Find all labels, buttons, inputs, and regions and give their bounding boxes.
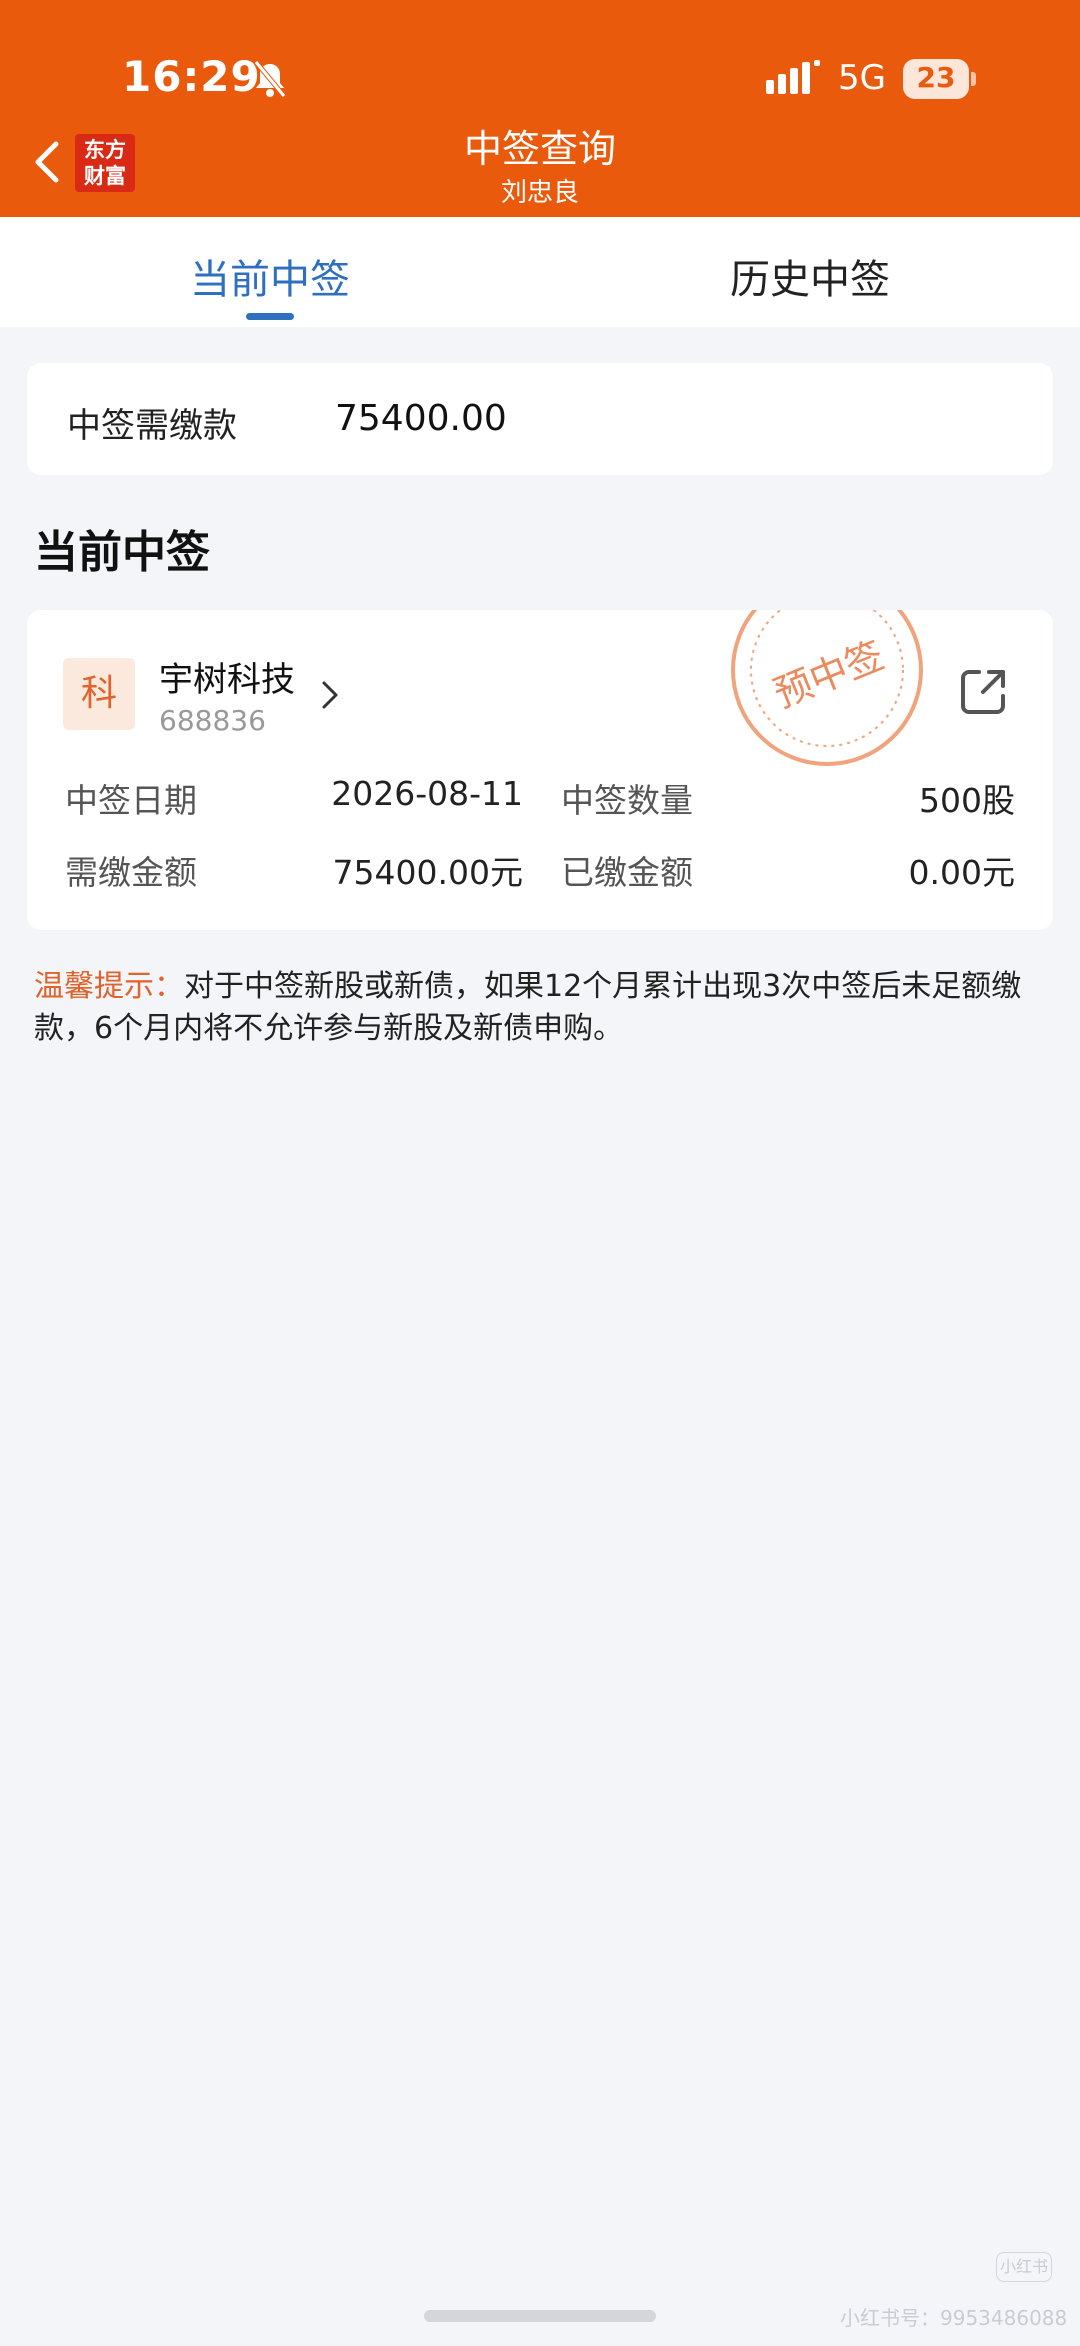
home-indicator[interactable]: [424, 2310, 656, 2322]
page-title: 中签查询: [463, 127, 616, 171]
network-label: 5G: [838, 58, 886, 98]
watermark-text: 小红书号：9953486088: [840, 2306, 1068, 2330]
account-name: 刘忠良: [500, 178, 579, 208]
board-badge: 科: [63, 658, 135, 730]
due-label: 中签需缴款: [67, 406, 237, 446]
stamp-text: 预中签: [768, 633, 890, 717]
pre-allotment-stamp: 预中签: [731, 610, 923, 766]
app-header: 16:29 5G 23 东方 财富 中签查询 刘忠良: [0, 0, 1080, 217]
watermark-badge: 小红书: [996, 2252, 1052, 2282]
tip-label: 温馨提示：: [34, 969, 184, 1004]
due-value: 75400.00: [335, 398, 507, 439]
allotment-qty-value: 500股: [919, 781, 1015, 820]
tab-active-indicator: [246, 313, 294, 320]
battery-level: 23: [916, 61, 956, 94]
paid-amount-value: 0.00元: [908, 853, 1015, 892]
bell-muted-icon: [254, 60, 286, 98]
signal-icon: [766, 60, 820, 94]
battery-icon: 23: [903, 59, 976, 99]
tab-current-lots[interactable]: 当前中签: [190, 247, 350, 305]
due-summary-card: 中签需缴款 75400.00: [27, 363, 1053, 475]
payable-amount-label: 需缴金额: [65, 853, 197, 892]
external-link-icon[interactable]: [957, 666, 1009, 718]
status-time: 16:29: [122, 52, 261, 101]
tab-bar: 当前中签 历史中签: [0, 217, 1080, 327]
allotment-date-label: 中签日期: [65, 781, 197, 820]
chevron-right-icon[interactable]: [319, 678, 341, 712]
lot-card[interactable]: 科 宇树科技 688836 预中签 中签日期 2026-08-11 中签数量 5…: [27, 610, 1053, 930]
section-title: 当前中签: [34, 527, 210, 578]
allotment-qty-label: 中签数量: [561, 781, 693, 820]
payable-amount-value: 75400.00元: [332, 853, 523, 892]
paid-amount-label: 已缴金额: [561, 853, 693, 892]
stock-code: 688836: [159, 704, 266, 737]
warm-tip: 温馨提示：对于中签新股或新债，如果12个月累计出现3次中签后未足额缴款，6个月内…: [34, 966, 1054, 1050]
stock-name[interactable]: 宇树科技: [159, 652, 295, 701]
allotment-date-value: 2026-08-11: [331, 774, 523, 813]
tab-history-lots[interactable]: 历史中签: [730, 247, 890, 305]
